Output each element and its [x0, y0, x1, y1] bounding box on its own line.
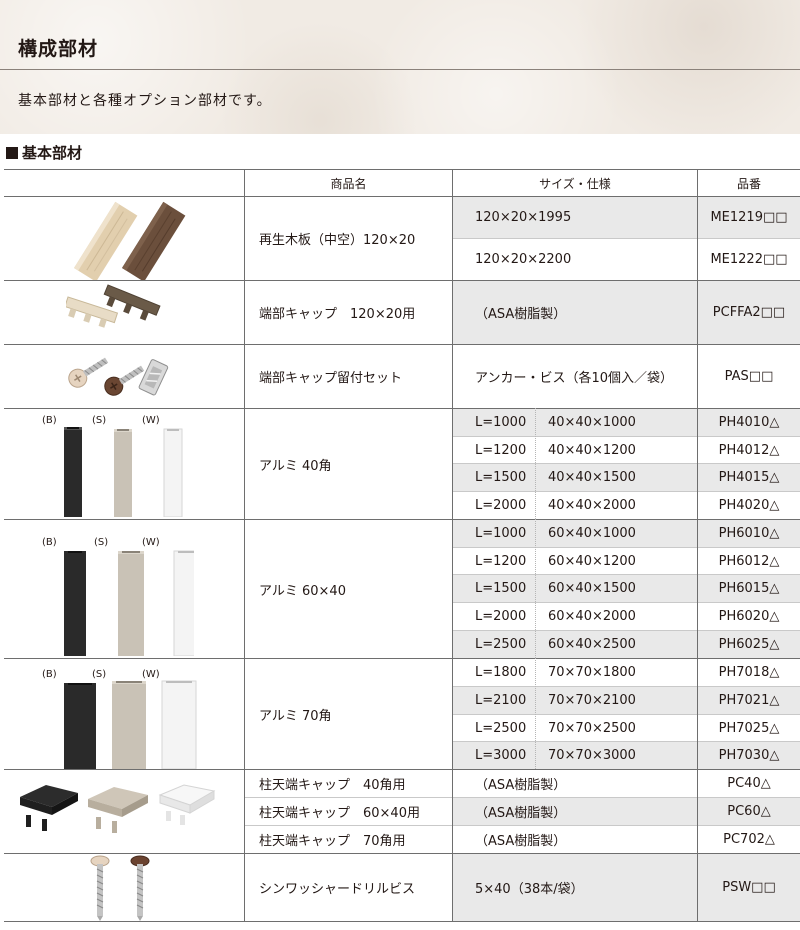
size-cell: 70×70×3000: [548, 748, 636, 763]
spec-cell: （ASA樹脂製）: [475, 834, 567, 849]
length-cell: L=1500: [475, 581, 527, 596]
header-banner: 構成部材 基本部材と各種オプション部材です。: [0, 0, 800, 134]
end-cap-image: [66, 284, 161, 328]
size-cell: 40×40×1000: [548, 415, 636, 430]
row-divider: [4, 658, 800, 659]
washer-drill-screws-image: [90, 855, 150, 921]
row-divider: [4, 519, 800, 520]
code-cell: PH6012△: [718, 553, 780, 569]
product-name-cap-set: 端部キャップ留付セット: [259, 371, 403, 386]
product-name-aluminum-70: アルミ 70角: [259, 708, 332, 724]
color-label-black: (B): [42, 669, 57, 680]
size-cell: 40×40×2000: [548, 498, 636, 513]
cap-fastener-set-image: [68, 357, 169, 396]
spec-cell: （ASA樹脂製）: [475, 806, 567, 821]
code-cell: PH6025△: [718, 637, 780, 652]
parts-table: 商品名 サイズ・仕様 品番 再生木板（中空）120×20 120×20×1995…: [4, 169, 800, 922]
code-cell: PC60△: [727, 804, 771, 819]
size-cell: 60×40×1500: [548, 581, 636, 596]
column-divider: [244, 169, 245, 921]
size-cell: 70×70×2100: [548, 693, 636, 708]
square-bullet-icon: [6, 146, 18, 159]
product-name-end-cap: 端部キャップ 120×20用: [259, 307, 416, 322]
code-cell: ME1219□□: [710, 210, 788, 225]
code-cell: PH6020△: [718, 609, 780, 624]
product-name-drill-screw: シンワッシャードリルビス: [259, 882, 416, 897]
product-name-boards: 再生木板（中空）120×20: [259, 233, 416, 248]
product-name-aluminum-40: アルミ 40角: [259, 458, 332, 474]
section-title: 基本部材: [22, 144, 83, 162]
size-cell: 70×70×1800: [548, 665, 636, 680]
code-cell: PH4012△: [718, 442, 780, 458]
spec-cell: （ASA樹脂製）: [475, 307, 567, 322]
code-cell: PH4020△: [718, 498, 780, 513]
length-cell: L=1000: [475, 415, 527, 430]
length-cell: L=3000: [475, 748, 527, 763]
row-divider: [4, 408, 800, 409]
length-cell: L=1000: [475, 526, 527, 541]
page-description: 基本部材と各種オプション部材です。: [18, 93, 272, 109]
length-cell: L=2000: [475, 498, 527, 513]
code-cell: PSW□□: [722, 880, 776, 895]
color-label-black: (B): [42, 537, 57, 548]
size-cell: 70×70×2500: [548, 720, 636, 736]
code-cell: PCFFA2□□: [712, 305, 786, 320]
product-name-top-cap-70: 柱天端キャップ 70角用: [259, 834, 406, 849]
length-cell: L=2000: [475, 609, 527, 624]
size-cell: 60×40×2000: [548, 609, 636, 624]
aluminum-70-posts-image: [64, 680, 197, 769]
length-cell: L=1200: [475, 442, 527, 458]
size-cell: 60×40×1200: [548, 553, 636, 569]
section-heading: 基本部材: [6, 142, 82, 163]
table-border: [4, 921, 800, 922]
length-cell: L=1500: [475, 470, 527, 485]
code-cell: PH7018△: [718, 665, 780, 680]
code-cell: PC40△: [727, 776, 771, 791]
post-top-caps-image: [20, 784, 216, 833]
length-cell: L=2100: [475, 693, 527, 708]
product-name-top-cap-60x40: 柱天端キャップ 60×40用: [259, 806, 420, 821]
spec-cell: アンカー・ビス（各10個入／袋）: [475, 371, 674, 386]
length-cell: L=1200: [475, 553, 527, 569]
title-divider: [0, 69, 800, 70]
product-name-aluminum-60x40: アルミ 60×40: [259, 583, 346, 599]
color-label-black: (B): [42, 415, 57, 426]
code-cell: PH4010△: [718, 415, 780, 430]
sub-column-divider: [535, 519, 536, 658]
spec-cell: 120×20×1995: [475, 210, 572, 225]
length-cell: L=2500: [475, 637, 527, 652]
code-cell: PC702△: [723, 832, 775, 847]
sub-column-divider: [535, 408, 536, 519]
spec-cell: 120×20×2200: [475, 252, 572, 267]
code-cell: PH7030△: [718, 748, 780, 763]
header-size-spec: サイズ・仕様: [539, 176, 611, 191]
aluminum-60x40-posts-image: [64, 550, 194, 656]
size-cell: 60×40×1000: [548, 526, 636, 541]
length-cell: L=2500: [475, 720, 527, 736]
spec-cell: 5×40（38本/袋）: [475, 882, 584, 897]
size-cell: 40×40×1500: [548, 470, 636, 485]
recycled-wood-boards-image: [74, 201, 186, 280]
code-cell: PH7021△: [718, 693, 780, 708]
header-product-name: 商品名: [330, 176, 367, 191]
length-cell: L=1800: [475, 665, 527, 680]
code-cell: PH4015△: [718, 470, 780, 485]
size-cell: 60×40×2500: [548, 637, 636, 652]
size-cell: 40×40×1200: [548, 442, 636, 458]
code-cell: PH7025△: [718, 720, 780, 736]
column-divider: [452, 169, 453, 921]
page-title: 構成部材: [18, 38, 99, 60]
code-cell: PH6010△: [718, 526, 780, 541]
product-name-top-cap-40: 柱天端キャップ 40角用: [259, 778, 406, 793]
aluminum-40-posts-image: [64, 427, 183, 517]
header-product-code: 品番: [736, 176, 761, 191]
sub-column-divider: [535, 658, 536, 769]
code-cell: PH6015△: [718, 581, 780, 596]
spec-cell: （ASA樹脂製）: [475, 778, 567, 793]
code-cell: PAS□□: [724, 369, 774, 384]
code-cell: ME1222□□: [710, 252, 788, 267]
